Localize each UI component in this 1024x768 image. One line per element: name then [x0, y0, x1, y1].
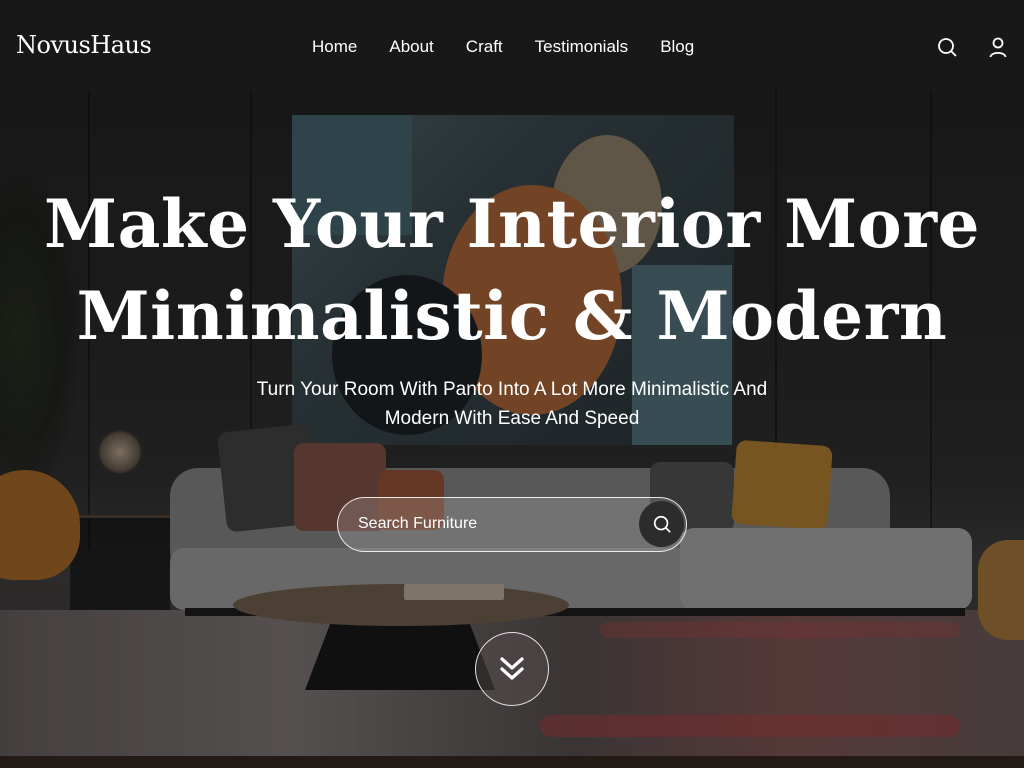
nav-testimonials[interactable]: Testimonials: [535, 37, 629, 57]
furniture-search-bar: [337, 497, 687, 552]
furniture-search-button[interactable]: [639, 501, 684, 547]
hero-title: Make Your Interior More Minimalistic & M…: [0, 178, 1024, 362]
user-icon[interactable]: [987, 36, 1009, 58]
hero-subtitle-line-2: Modern With Ease And Speed: [384, 408, 640, 429]
nav-about[interactable]: About: [389, 37, 433, 57]
search-icon: [653, 515, 671, 533]
site-header: NovusHaus Home About Craft Testimonials …: [0, 0, 1024, 95]
hero-subtitle-line-1: Turn Your Room With Panto Into A Lot Mor…: [256, 379, 768, 400]
search-icon[interactable]: [936, 36, 958, 58]
main-nav: Home About Craft Testimonials Blog: [312, 37, 694, 57]
nav-home[interactable]: Home: [312, 37, 357, 57]
brand-logo[interactable]: NovusHaus: [16, 31, 152, 59]
furniture-search-input[interactable]: [358, 498, 638, 550]
hero-subtitle: Turn Your Room With Panto Into A Lot Mor…: [212, 375, 812, 433]
nav-blog[interactable]: Blog: [660, 37, 694, 57]
hero-title-line-2: Minimalistic & Modern: [76, 277, 948, 355]
hero-title-line-1: Make Your Interior More: [44, 185, 980, 263]
double-chevron-down-icon: [500, 657, 524, 680]
scroll-down-button[interactable]: [475, 632, 549, 706]
nav-craft[interactable]: Craft: [466, 37, 503, 57]
